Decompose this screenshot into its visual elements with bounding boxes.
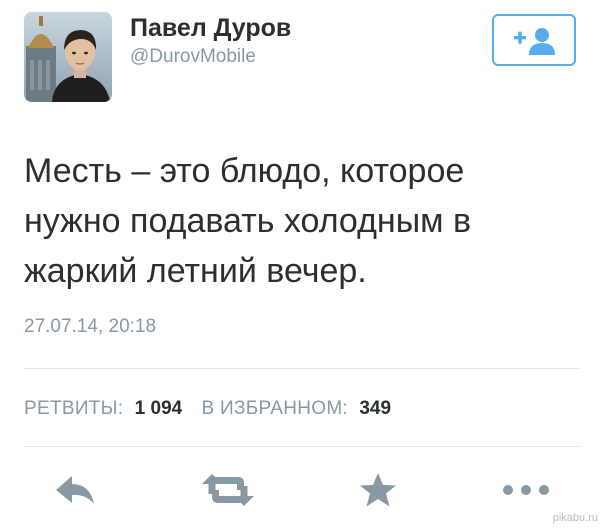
avatar-photo: [24, 12, 112, 102]
reply-button[interactable]: [52, 470, 98, 510]
tweet-stats: РЕТВИТЫ: 1 094 В ИЗБРАННОМ: 349: [24, 398, 391, 420]
retweets-label: РЕТВИТЫ:: [24, 398, 124, 419]
more-button[interactable]: [500, 470, 552, 510]
divider: [24, 368, 580, 369]
add-user-icon: [514, 28, 555, 55]
more-icon: [503, 485, 549, 495]
star-icon: [360, 473, 396, 507]
retweet-button[interactable]: [198, 470, 258, 510]
avatar[interactable]: [24, 12, 112, 102]
tweet-text: Месть – это блюдо, которое нужно подават…: [24, 152, 472, 290]
favorites-label: В ИЗБРАННОМ:: [201, 398, 349, 419]
reply-icon: [56, 476, 94, 504]
watermark: pikabu.ru: [552, 512, 598, 524]
retweets-stat[interactable]: РЕТВИТЫ: 1 094: [24, 398, 182, 420]
profile-name[interactable]: Павел Дуров: [130, 14, 291, 43]
tweet-timestamp: 27.07.14, 20:18: [24, 316, 157, 337]
follow-button[interactable]: [492, 14, 576, 66]
retweet-icon: [202, 474, 254, 506]
divider: [24, 446, 580, 447]
favorites-count: 349: [359, 398, 392, 419]
profile-handle[interactable]: @DurovMobile: [130, 46, 256, 68]
retweets-count: 1 094: [134, 398, 183, 419]
favorites-stat[interactable]: В ИЗБРАННОМ: 349: [202, 398, 392, 420]
favorite-button[interactable]: [358, 470, 398, 510]
